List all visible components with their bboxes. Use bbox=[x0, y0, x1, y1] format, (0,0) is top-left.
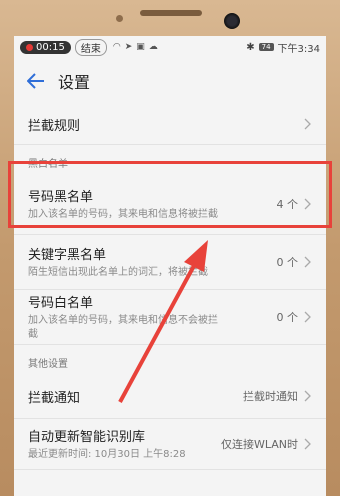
phone-frame: 00:15 结束 ◠ ➤ ▣ ☁ ✱ 74 下午3:34 设置 拦截规则 黑白名… bbox=[0, 0, 340, 496]
annotation-arrow bbox=[118, 240, 208, 403]
